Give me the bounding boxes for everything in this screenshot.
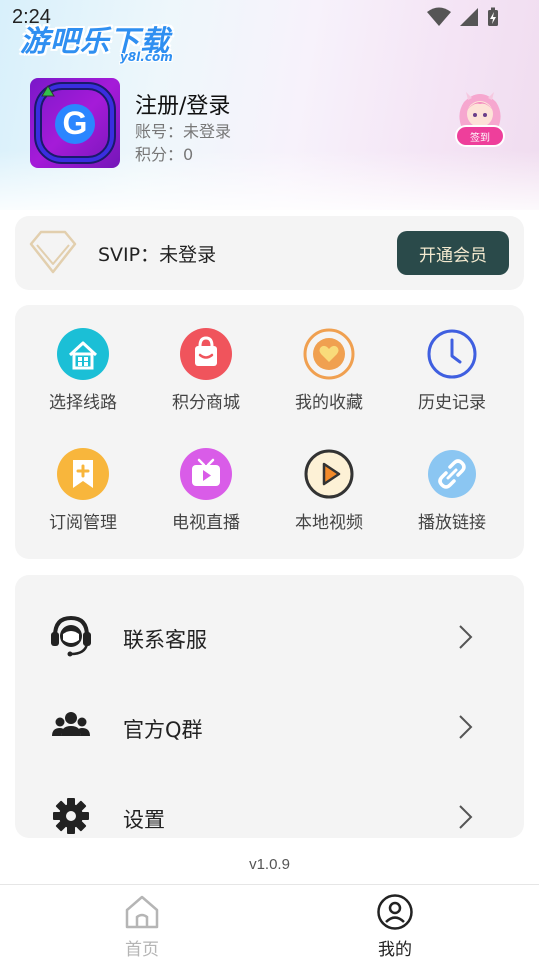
tab-home-label: 首页 [125,940,159,958]
list-label: 设置 [123,808,165,832]
signal-icon [460,8,478,26]
tv-icon [180,448,232,500]
bottom-nav: 首页 我的 [0,884,539,958]
mascot-badge-text: 签到 [470,133,490,144]
svip-status: SVIP：未登录 [98,244,217,266]
open-membership-button[interactable]: 开通会员 [397,231,509,275]
play-circle-icon [304,449,354,499]
wifi-icon [427,7,451,26]
route-icon [57,328,109,380]
watermark-logo: 游吧乐下载 y8l.com [20,18,185,66]
list-item-customer-service[interactable]: 联系客服 [15,590,524,680]
grid-label: 播放链接 [418,513,486,533]
tab-mine[interactable]: 我的 [335,891,455,958]
mascot-icon [455,92,505,147]
status-icons [427,7,499,27]
grid-label: 电视直播 [172,513,240,533]
grid-label: 历史记录 [418,393,486,413]
list-label: 联系客服 [123,628,207,652]
menu-list: 联系客服 官方Q群 设置 [15,575,524,838]
grid-item-favorites[interactable]: 我的收藏 [279,328,379,438]
grid-label: 选择线路 [49,393,117,413]
grid-item-route[interactable]: 选择线路 [33,328,133,438]
grid-label: 本地视频 [295,513,363,533]
svip-card: SVIP：未登录 开通会员 [15,216,524,290]
clock-icon [427,329,477,379]
app-logo-icon: G [34,82,116,164]
grid-item-history[interactable]: 历史记录 [402,328,502,438]
chevron-right-icon [459,805,473,829]
version-text: v1.0.9 [249,856,290,873]
feature-grid: 选择线路 积分商城 我的收藏 历史记录 订阅管理 电视直播 本地视频 播放链接 [15,305,524,559]
list-item-settings[interactable]: 设置 [15,770,524,838]
grid-item-points-mall[interactable]: 积分商城 [156,328,256,438]
gear-icon [53,798,89,834]
list-item-qq-group[interactable]: 官方Q群 [15,680,524,770]
diamond-icon [29,230,77,274]
grid-item-tv-live[interactable]: 电视直播 [156,448,256,558]
home-icon [125,895,159,929]
grid-label: 积分商城 [172,393,240,413]
grid-item-subscriptions[interactable]: 订阅管理 [33,448,133,558]
group-icon [52,712,90,736]
customer-service-icon [51,615,91,657]
grid-item-play-link[interactable]: 播放链接 [402,448,502,558]
profile-icon [377,894,413,930]
tab-mine-label: 我的 [378,940,412,958]
tab-home[interactable]: 首页 [82,891,202,958]
list-label: 官方Q群 [123,718,203,742]
chevron-right-icon [459,715,473,739]
battery-icon [488,7,498,26]
svg-text:G: G [63,105,88,141]
grid-label: 订阅管理 [49,513,117,533]
grid-label: 我的收藏 [295,393,363,413]
grid-item-local-video[interactable]: 本地视频 [279,448,379,558]
watermark-sub: y8l.com [120,50,173,64]
login-link[interactable]: 注册/登录 [135,88,230,120]
shopping-bag-icon [180,328,232,380]
heart-icon [303,328,355,380]
avatar[interactable]: G [30,78,120,168]
bookmark-plus-icon [57,448,109,500]
account-text: 账号：未登录 [135,122,232,141]
points-text: 积分：0 [135,145,194,164]
chevron-right-icon [459,625,473,649]
link-icon [428,450,476,498]
checkin-mascot[interactable]: 签到 [450,88,510,154]
